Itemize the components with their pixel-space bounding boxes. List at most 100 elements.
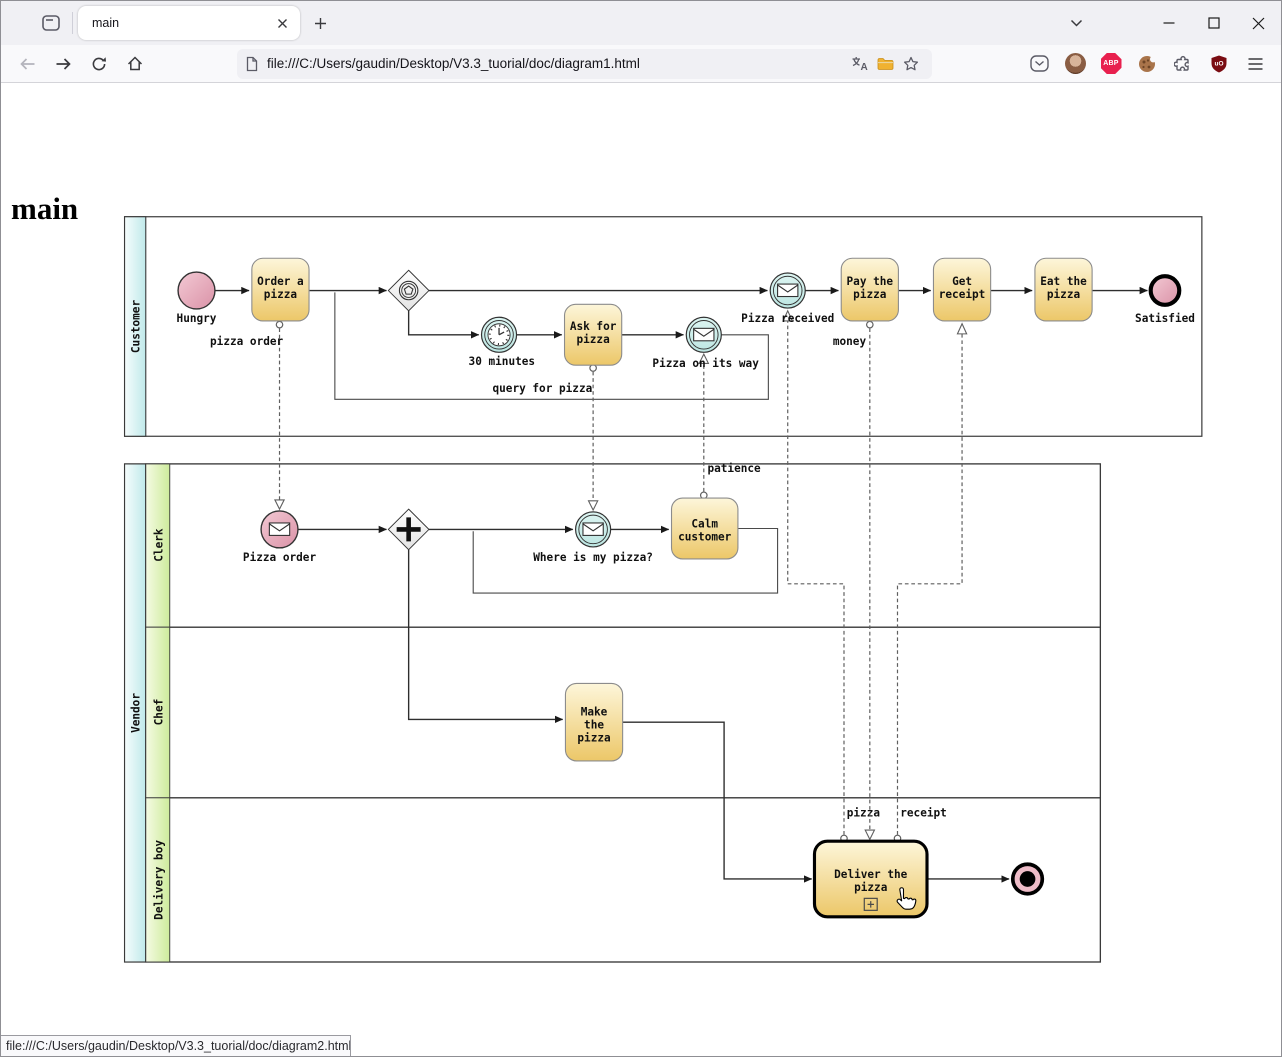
forward-button[interactable] [49,50,77,78]
svg-text:uO: uO [1214,60,1223,67]
window-close-button[interactable] [1236,6,1281,40]
firefox-view-button[interactable] [37,9,65,37]
adblock-plus-icon: ABP [1101,53,1122,74]
translate-button[interactable]: A [846,51,872,77]
end-event-terminate [1013,864,1043,894]
svg-text:pizza: pizza [576,333,609,346]
svg-text:customer: customer [678,530,732,543]
folder-icon [877,57,894,71]
task-ask-for-pizza: Ask for pizza [565,304,622,365]
cookie-extension-button[interactable] [1133,50,1161,78]
extensions-button[interactable] [1169,50,1197,78]
label-money: money [833,335,867,348]
firefox-view-icon [42,15,60,31]
svg-text:Calm: Calm [691,518,718,531]
pocket-icon [1030,55,1049,72]
task-get-receipt: Get receipt [933,258,990,321]
parallel-gateway [388,509,429,550]
end-event-satisfied: Satisfied [1135,276,1195,325]
home-icon [127,56,143,71]
adblock-plus-button[interactable]: ABP [1097,50,1125,78]
svg-text:Satisfied: Satisfied [1135,312,1195,325]
pool-customer-label: Customer [129,300,142,354]
forward-icon [55,57,72,71]
svg-text:Pay the: Pay the [847,275,894,288]
lane-chef-label: Chef [152,699,165,726]
task-pay-the-pizza: Pay the pizza [841,258,898,321]
minimize-button[interactable] [1146,6,1191,40]
browser-tab[interactable]: main [78,6,300,40]
navigation-toolbar: file:///C:/Users/gaudin/Desktop/V3.3_tuo… [1,45,1281,83]
tab-close-icon[interactable] [272,13,292,33]
label-pizza-order-flow: pizza order [210,335,284,348]
task-calm-customer: Calm customer [672,498,738,559]
svg-text:Order a: Order a [257,275,304,288]
svg-text:receipt: receipt [939,288,986,301]
translate-icon: A [851,56,868,71]
avatar [1065,53,1086,74]
puzzle-icon [1174,55,1192,73]
task-eat-the-pizza: Eat the pizza [1035,258,1092,321]
label-patience: patience [707,462,761,475]
envelope-icon [269,523,289,535]
svg-text:Pizza order: Pizza order [243,551,317,564]
task-order-a-pizza: Order a pizza [252,258,309,321]
label-receipt: receipt [900,806,947,819]
message-event-pizza-received: Pizza received [741,273,834,325]
svg-text:Deliver the: Deliver the [834,868,908,881]
tab-bar: main [1,1,1281,45]
tab-list-button[interactable] [1062,9,1090,37]
hamburger-icon [1248,58,1263,70]
maximize-button[interactable] [1191,6,1236,40]
lane-delivery-boy [146,798,1101,962]
svg-text:pizza: pizza [854,881,887,894]
envelope-icon [778,284,798,296]
svg-text:Hungry: Hungry [177,312,217,325]
sequence-flows [215,291,1147,879]
bpmn-diagram: Customer Vendor Clerk Chef Delivery boy [1,83,1282,1057]
svg-text:the: the [584,719,604,732]
ublock-origin-button[interactable]: uO [1205,50,1233,78]
svg-text:Make: Make [581,706,608,719]
reload-button[interactable] [85,50,113,78]
svg-text:pizza: pizza [1047,288,1080,301]
envelope-icon [583,523,603,535]
star-icon [903,56,919,72]
back-button[interactable] [13,50,41,78]
svg-text:30 minutes: 30 minutes [469,355,536,368]
tab-separator [72,12,73,34]
event-based-gateway [388,270,429,311]
downloads-folder-button[interactable] [872,51,898,77]
svg-text:A: A [860,62,867,71]
reload-icon [91,56,107,72]
status-bar: file:///C:/Users/gaudin/Desktop/V3.3_tuo… [1,1035,351,1056]
start-event-hungry: Hungry [177,272,217,325]
url-text[interactable]: file:///C:/Users/gaudin/Desktop/V3.3_tuo… [267,56,846,71]
new-tab-button[interactable] [306,9,334,37]
start-event-pizza-order: Pizza order [243,511,317,564]
svg-text:pizza: pizza [853,288,886,301]
browser-window: main [0,0,1282,1057]
message-event-pizza-on-its-way: Pizza on its way [652,317,759,370]
svg-text:Eat the: Eat the [1040,275,1087,288]
label-query-for-pizza: query for pizza [493,382,593,395]
lane-delivery-boy-label: Delivery boy [152,840,165,920]
account-avatar-button[interactable] [1061,50,1089,78]
home-button[interactable] [121,50,149,78]
menu-button[interactable] [1241,50,1269,78]
page-icon [245,56,259,72]
url-bar[interactable]: file:///C:/Users/gaudin/Desktop/V3.3_tuo… [237,49,932,79]
svg-text:pizza: pizza [264,288,297,301]
svg-text:Ask for: Ask for [570,320,617,333]
svg-text:Where is my pizza?: Where is my pizza? [533,551,653,564]
cookie-icon [1137,54,1157,74]
bookmark-star-button[interactable] [898,51,924,77]
svg-text:Pizza received: Pizza received [741,312,834,325]
svg-text:pizza: pizza [577,732,610,745]
tab-title: main [92,16,272,30]
pocket-button[interactable] [1025,50,1053,78]
label-pizza: pizza [847,806,880,819]
lane-clerk-label: Clerk [152,528,165,562]
envelope-icon [694,328,714,340]
svg-text:Get: Get [952,275,972,288]
